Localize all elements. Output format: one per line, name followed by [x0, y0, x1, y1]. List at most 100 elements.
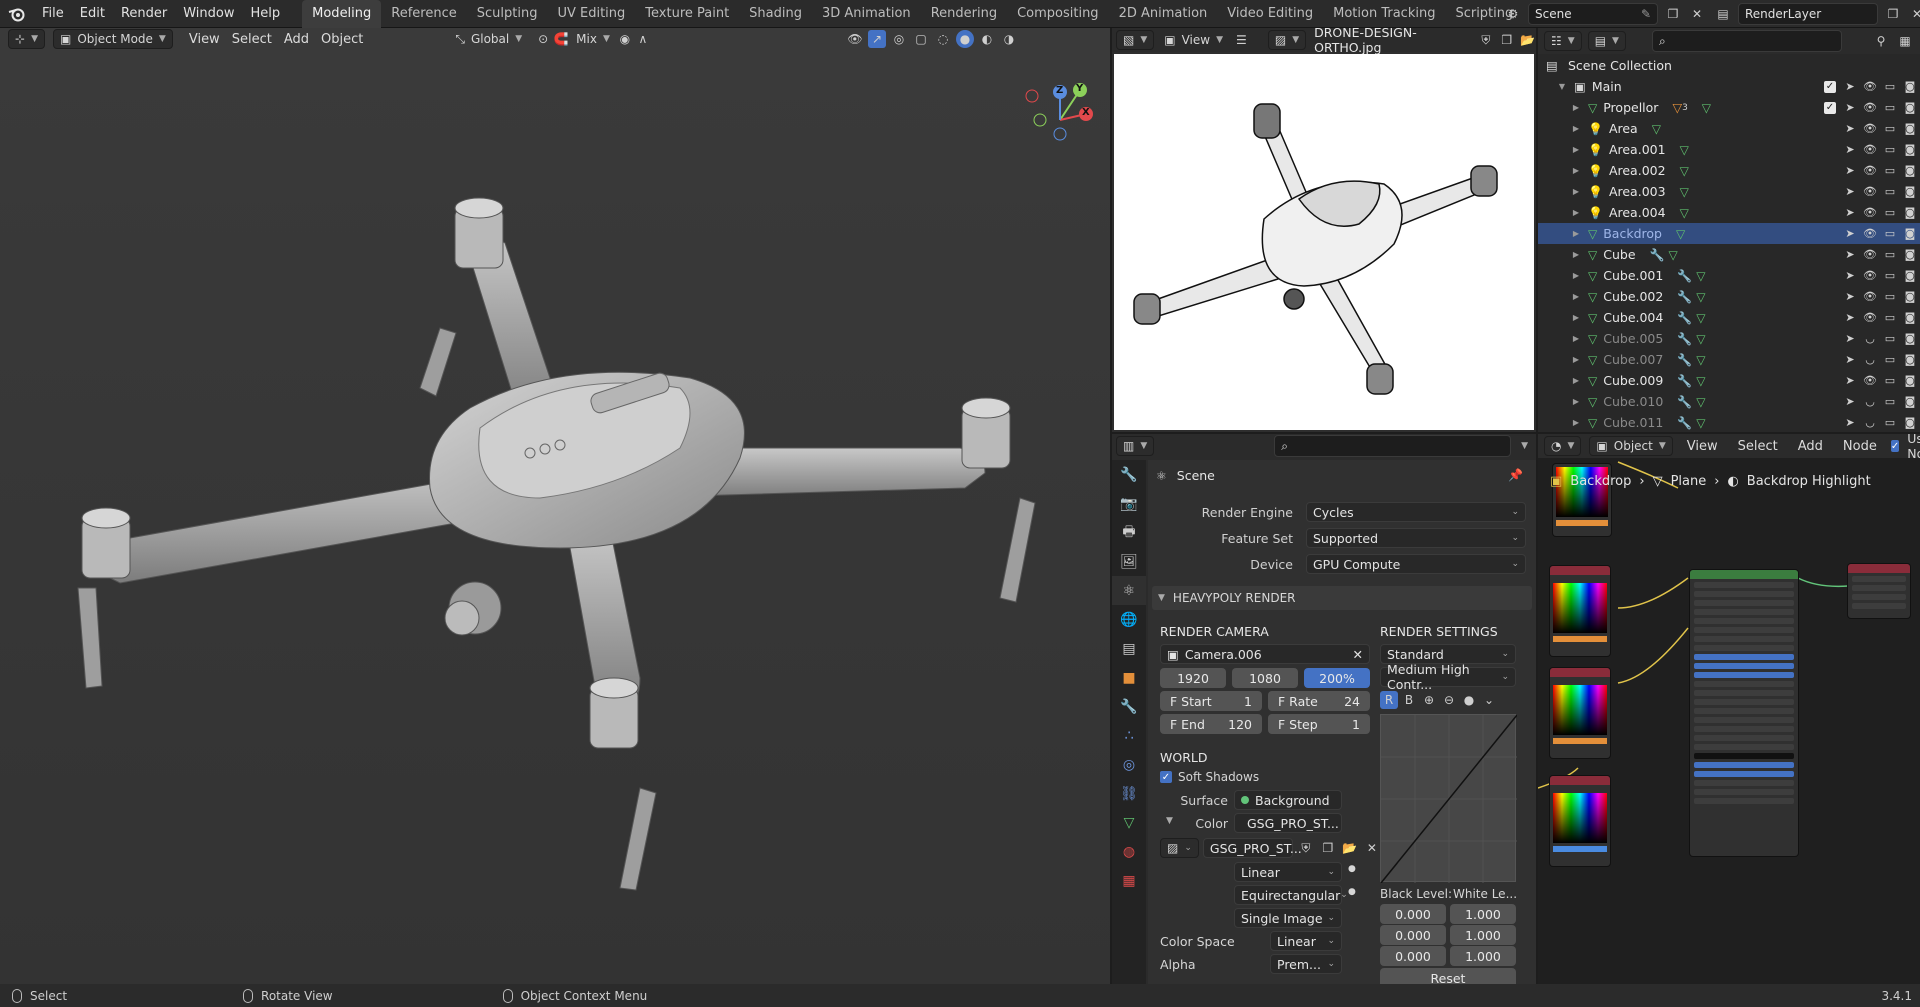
- particles-tab-icon[interactable]: ∴: [1112, 721, 1146, 750]
- node-menu-node[interactable]: Node: [1837, 436, 1883, 456]
- frame-end-field[interactable]: F End 120: [1160, 714, 1262, 734]
- object-data-icon[interactable]: ▽: [1680, 164, 1689, 178]
- render-tab-icon[interactable]: 📷: [1112, 489, 1146, 518]
- pivot-icon[interactable]: ⊙: [534, 30, 552, 48]
- resolution-y-field[interactable]: 1080: [1232, 668, 1298, 688]
- material-tab-icon[interactable]: ◍: [1112, 837, 1146, 866]
- monitor-icon[interactable]: ▭: [1884, 80, 1896, 93]
- outliner-item[interactable]: ▶ ▽ Cube.011 🔧 ▽ ➤ ◡ ▭ ◙: [1538, 412, 1920, 433]
- outliner-item[interactable]: ▶ ▽ Cube.004 🔧 ▽ ➤ 👁 ▭ ◙: [1538, 307, 1920, 328]
- camera-icon[interactable]: ◙: [1904, 164, 1916, 177]
- mesh-data-icon[interactable]: ▽: [1696, 374, 1705, 388]
- surface-shader-field[interactable]: Background: [1234, 790, 1342, 810]
- falloff-icon[interactable]: ∧: [634, 30, 652, 48]
- frame-step-field[interactable]: F Step 1: [1268, 714, 1370, 734]
- hamburger-menu-icon[interactable]: ☰: [1233, 31, 1250, 49]
- outliner-item[interactable]: ▶ 💡 Area ▽ ➤ 👁 ▭ ◙: [1538, 118, 1920, 139]
- expand-triangle-icon[interactable]: ▶: [1570, 397, 1582, 406]
- black-level-b[interactable]: 0.000: [1380, 946, 1446, 966]
- constraints-tab-icon[interactable]: ⛓: [1112, 779, 1146, 808]
- curve-r-button[interactable]: R: [1380, 691, 1398, 709]
- selectable-icon[interactable]: ➤: [1844, 353, 1856, 366]
- material-output-node[interactable]: [1848, 564, 1910, 618]
- modifier-icon[interactable]: 🔧: [1677, 353, 1692, 367]
- outliner-item[interactable]: ▶ ▽ Cube 🔧 ▽ ➤ 👁 ▭ ◙: [1538, 244, 1920, 265]
- monitor-icon[interactable]: ▭: [1884, 248, 1896, 261]
- camera-field[interactable]: ▣ Camera.006 ✕: [1160, 644, 1370, 664]
- projection-dropdown[interactable]: Equirectangular ⌄: [1234, 885, 1348, 905]
- menu-window[interactable]: Window: [175, 0, 242, 28]
- properties-search-input[interactable]: ⌕: [1274, 435, 1512, 457]
- image-browse-dropdown[interactable]: ▨ ▼: [1267, 30, 1307, 50]
- eye-icon[interactable]: 👁: [1863, 374, 1877, 387]
- monitor-icon[interactable]: ▭: [1884, 395, 1896, 408]
- camera-icon[interactable]: ◙: [1904, 311, 1916, 324]
- monitor-icon[interactable]: ▭: [1884, 101, 1896, 114]
- mesh-data-icon[interactable]: ▽: [1696, 416, 1705, 430]
- camera-icon[interactable]: ◙: [1904, 374, 1916, 387]
- modifier-icon[interactable]: 🔧: [1677, 311, 1692, 325]
- outliner-item[interactable]: ▶ 💡 Area.004 ▽ ➤ 👁 ▭ ◙: [1538, 202, 1920, 223]
- breadcrumb-mesh[interactable]: Plane: [1671, 474, 1707, 489]
- image-source-dropdown[interactable]: Single Image ⌄: [1234, 908, 1342, 928]
- eye-icon[interactable]: 👁: [1863, 269, 1877, 282]
- object-tab-icon[interactable]: ■: [1112, 663, 1146, 692]
- xray-icon[interactable]: ▢: [912, 30, 930, 48]
- tab-motion-tracking[interactable]: Motion Tracking: [1323, 0, 1445, 28]
- monitor-icon[interactable]: ▭: [1884, 227, 1896, 240]
- snap-mode-dropdown[interactable]: Mix ▼: [570, 29, 616, 49]
- texture-tab-icon[interactable]: ▦: [1112, 866, 1146, 895]
- outliner-item[interactable]: ▶ ▽ Cube.010 🔧 ▽ ➤ ◡ ▭ ◙: [1538, 391, 1920, 412]
- alpha-dropdown[interactable]: Prem... ⌄: [1270, 954, 1342, 974]
- expand-triangle-icon[interactable]: ▶: [1570, 250, 1582, 259]
- tab-2d-animation[interactable]: 2D Animation: [1109, 0, 1218, 28]
- new-collection-icon[interactable]: ▦: [1896, 32, 1914, 50]
- menu-help[interactable]: Help: [243, 0, 289, 28]
- outliner-item[interactable]: ▶ ▽ Backdrop ▽ ➤ 👁 ▭ ◙: [1538, 223, 1920, 244]
- camera-icon[interactable]: ◙: [1904, 290, 1916, 303]
- camera-icon[interactable]: ◙: [1904, 143, 1916, 156]
- mesh-data-icon[interactable]: ▽: [1696, 332, 1705, 346]
- device-dropdown[interactable]: GPU Compute ⌄: [1306, 554, 1526, 574]
- collection-tab-icon[interactable]: ▤: [1112, 634, 1146, 663]
- transform-orientation-dropdown[interactable]: ⤡ Global ▼: [449, 29, 528, 49]
- expand-triangle-icon[interactable]: ▶: [1570, 208, 1582, 217]
- mesh-data-icon[interactable]: ▽: [1696, 353, 1705, 367]
- selectable-icon[interactable]: ➤: [1844, 185, 1856, 198]
- editor-type-dropdown[interactable]: ⊹ ▼: [8, 29, 45, 49]
- image-editor-type-dropdown[interactable]: ▧ ▼: [1116, 30, 1155, 50]
- eye-icon[interactable]: 👁: [1863, 80, 1877, 93]
- new-image-icon[interactable]: ❐: [1319, 839, 1337, 857]
- expand-triangle-icon[interactable]: ▶: [1570, 124, 1582, 133]
- properties-type-dropdown[interactable]: ▥ ▼: [1116, 436, 1155, 456]
- material-shading-icon[interactable]: ◐: [978, 30, 996, 48]
- solid-shading-icon[interactable]: ●: [956, 30, 974, 48]
- chevron-down-icon[interactable]: ▼: [1521, 441, 1528, 451]
- outliner-item[interactable]: ▶ 💡 Area.002 ▽ ➤ 👁 ▭ ◙: [1538, 160, 1920, 181]
- delete-scene-icon[interactable]: ✕: [1688, 5, 1706, 23]
- new-scene-icon[interactable]: ❐: [1664, 5, 1682, 23]
- view-layer-icon[interactable]: ▤: [1714, 5, 1732, 23]
- color-texture-field[interactable]: GSG_PRO_ST...: [1234, 813, 1342, 833]
- overlays-icon[interactable]: ◎: [890, 30, 908, 48]
- tab-rendering[interactable]: Rendering: [921, 0, 1007, 28]
- monitor-icon[interactable]: ▭: [1884, 332, 1896, 345]
- mesh-data-icon[interactable]: ▽: [1696, 290, 1705, 304]
- heavypoly-panel-header[interactable]: ▼ HEAVYPOLY RENDER: [1152, 586, 1532, 610]
- modifier-icon[interactable]: 🔧: [1677, 290, 1692, 304]
- color-space-dropdown[interactable]: Linear ⌄: [1270, 931, 1342, 951]
- camera-icon[interactable]: ◙: [1904, 269, 1916, 282]
- mesh-data-icon[interactable]: ▽: [1668, 248, 1677, 262]
- tab-texture-paint[interactable]: Texture Paint: [635, 0, 739, 28]
- eye-icon[interactable]: 👁: [1863, 290, 1877, 303]
- menu-render[interactable]: Render: [113, 0, 175, 28]
- pin-icon[interactable]: ✎: [1641, 7, 1651, 21]
- tab-modeling[interactable]: Modeling: [302, 0, 382, 28]
- modifier-icon[interactable]: 🔧: [1677, 416, 1692, 430]
- rgb-curve-widget[interactable]: [1380, 714, 1518, 884]
- expand-triangle-icon[interactable]: ▶: [1570, 145, 1582, 154]
- gizmo-toggle-icon[interactable]: ↗: [868, 30, 886, 48]
- eye-icon[interactable]: 👁: [1863, 164, 1877, 177]
- selectable-icon[interactable]: ➤: [1844, 122, 1856, 135]
- node-editor-type-dropdown[interactable]: ◔ ▼: [1544, 436, 1582, 456]
